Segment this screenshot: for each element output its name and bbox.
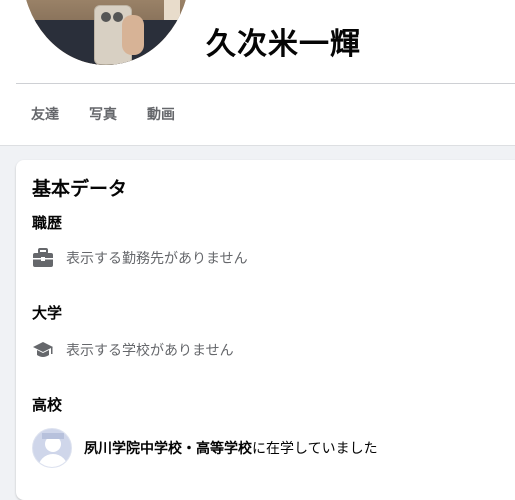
tab-videos[interactable]: 動画: [132, 96, 190, 134]
phone-camera: [101, 12, 111, 22]
school-suffix: に在学していました: [252, 441, 378, 457]
work-empty-text: 表示する勤務先がありません: [66, 251, 248, 267]
briefcase-icon: [32, 247, 54, 269]
tab-photos[interactable]: 写真: [74, 96, 132, 134]
tab-friends[interactable]: 友達: [16, 96, 74, 134]
university-section-title: 大学: [32, 304, 63, 322]
university-empty-text: 表示する学校がありません: [66, 343, 234, 359]
header-divider: [16, 83, 515, 84]
school-name-link[interactable]: 夙川学院中学校・高等学校: [84, 441, 252, 457]
profile-name: 久次米一輝: [206, 27, 361, 62]
school-avatar-body: [38, 454, 68, 467]
university-row: 表示する学校がありません: [32, 338, 234, 362]
high-school-section-title: 高校: [32, 396, 63, 414]
graduation-cap-icon: [32, 339, 54, 361]
profile-tabs: 友達 写真 動画: [16, 96, 190, 134]
phone-camera: [113, 12, 123, 22]
work-row: 表示する勤務先がありません: [32, 246, 248, 270]
avatar-hand: [122, 15, 144, 55]
basic-info-card: 基本データ 職歴 表示する勤務先がありません 大学 表示する学校がありません 高…: [16, 160, 515, 500]
card-title: 基本データ: [32, 178, 128, 200]
school-avatar-cap: [42, 433, 64, 439]
school-avatar[interactable]: [32, 428, 72, 468]
profile-avatar[interactable]: [22, 0, 190, 65]
profile-header: 久次米一輝 友達 写真 動画: [0, 0, 515, 146]
work-section-title: 職歴: [32, 214, 63, 232]
high-school-row: 夙川学院中学校・高等学校に在学していました: [32, 428, 378, 468]
high-school-text: 夙川学院中学校・高等学校に在学していました: [84, 438, 378, 458]
